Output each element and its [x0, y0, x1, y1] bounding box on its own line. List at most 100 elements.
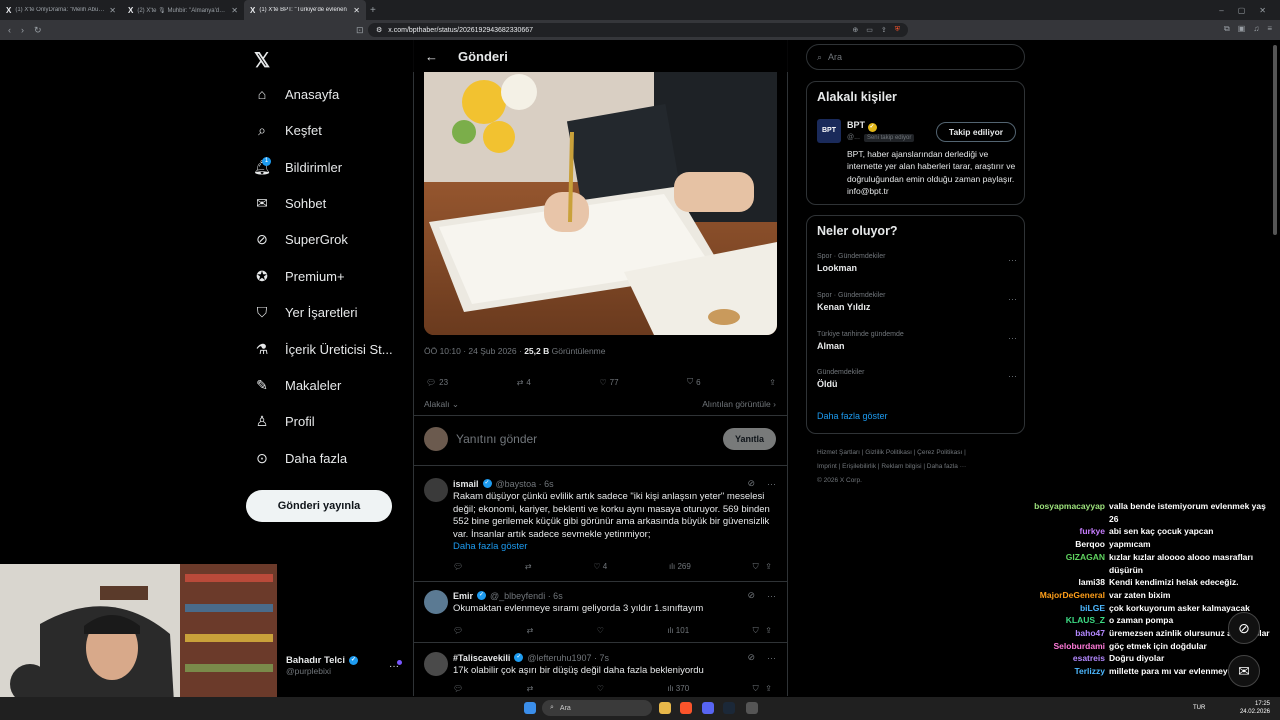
file-explorer-icon[interactable]	[659, 702, 671, 714]
bookmark-icon[interactable]: ⛉	[753, 684, 759, 693]
close-icon[interactable]: ✕	[109, 6, 116, 15]
share-icon[interactable]: ⇪	[765, 684, 772, 693]
nav-more[interactable]: ⊙ Daha fazla	[253, 450, 347, 467]
browser-tab-2[interactable]: X (2) X'te 🎙 Muhbir: "Almanya'dan Tü ✕	[122, 0, 244, 20]
retweet-icon[interactable]: ⇄	[527, 626, 534, 636]
account-name[interactable]: BPT ✓	[847, 120, 877, 132]
nav-home[interactable]: ⌂ Anasayfa	[253, 86, 339, 102]
bookmark-page-icon[interactable]: ⊡	[356, 25, 364, 36]
zoom-icon[interactable]: ⊕	[852, 26, 858, 34]
trend-item[interactable]: Spor · Gündemdekiler Kenan Yıldız ···	[817, 292, 1017, 312]
reply-avatar-1[interactable]	[424, 478, 448, 507]
chat-username[interactable]: MajorDeGeneral	[1025, 589, 1105, 602]
bpt-avatar[interactable]: BPT	[817, 119, 841, 143]
extension-icon[interactable]: ⧉	[1224, 24, 1230, 34]
retweet-icon[interactable]: ⇄	[525, 562, 532, 572]
grok-icon[interactable]: ⊘	[747, 590, 755, 601]
x-home-logo[interactable]: 𝕏	[254, 48, 270, 73]
chat-username[interactable]: KLAUS_Z	[1025, 614, 1105, 627]
back-arrow-icon[interactable]: ←	[425, 49, 438, 64]
menu-icon[interactable]: ≡	[1267, 24, 1272, 34]
wallet-icon[interactable]: ▣	[1238, 24, 1246, 34]
reply-avatar-2[interactable]	[424, 590, 448, 619]
like-action[interactable]: ♡ 4	[593, 562, 607, 572]
new-tab-icon[interactable]: +	[370, 5, 376, 16]
like-action[interactable]: ♡ 77	[599, 377, 618, 387]
chat-username[interactable]: lami38	[1025, 576, 1105, 589]
url-field[interactable]: ⚙ x.com/bpthaber/status/2026192943682330…	[368, 23, 908, 37]
trend-item[interactable]: Gündemdekiler Öldü ···	[817, 369, 1017, 389]
chat-username[interactable]: Seloburdami	[1025, 640, 1105, 653]
music-icon[interactable]: ♫	[1253, 24, 1259, 34]
brave-icon[interactable]	[680, 702, 692, 714]
language-indicator[interactable]: TUR	[1193, 705, 1205, 711]
window-close-icon[interactable]: ✕	[1259, 6, 1266, 15]
scrollbar[interactable]	[1273, 45, 1277, 235]
site-info-icon[interactable]: ⚙	[376, 26, 382, 34]
show-more-trends-link[interactable]: Daha fazla göster	[817, 411, 888, 421]
nav-supergrok[interactable]: ⊘ SuperGrok	[253, 231, 348, 248]
chat-username[interactable]: Terlizzy	[1025, 665, 1105, 678]
more-options-icon[interactable]: ···	[1008, 371, 1017, 381]
chat-username[interactable]: biLGE	[1025, 602, 1105, 615]
close-icon[interactable]: ✕	[231, 6, 238, 15]
app-icon[interactable]	[746, 702, 758, 714]
trend-item[interactable]: Türkiye tarihinde gündemde Alman ···	[817, 331, 1017, 351]
view-quotes-link[interactable]: Alıntılan görüntüle ›	[702, 399, 776, 410]
browser-tab-3[interactable]: X (1) X'te BPT: "Türkiye'de evlenen ✕	[244, 0, 366, 20]
more-options-icon[interactable]: ···	[767, 653, 776, 663]
bookmark-icon[interactable]: ⛉	[753, 562, 759, 571]
chat-username[interactable]: bosyapmacayyap	[1025, 500, 1105, 525]
nav-explore[interactable]: ⌕ Keşfet	[253, 122, 322, 139]
reload-icon[interactable]: ↻	[34, 25, 42, 36]
forward-icon[interactable]: ›	[21, 25, 24, 35]
more-options-icon[interactable]: ···	[1008, 333, 1017, 343]
reply-input[interactable]: Yanıtını gönder	[456, 432, 537, 446]
nav-creator-studio[interactable]: ⚗ İçerik Üreticisi St...	[253, 341, 393, 358]
reply-button[interactable]: Yanıtla	[722, 428, 776, 450]
chat-username[interactable]: baho47	[1025, 627, 1105, 640]
search-input[interactable]: ⌕ Ara	[806, 44, 1025, 70]
bookmark-action[interactable]: ⛉ 6	[687, 377, 700, 387]
trend-item[interactable]: Spor · Gündemdekiler Lookman ···	[817, 253, 1017, 273]
nav-premium[interactable]: ✪ Premium+	[253, 268, 344, 285]
reply-icon[interactable]: 💬︎	[453, 626, 463, 636]
taskbar-search[interactable]: ⌕ Ara	[542, 700, 652, 716]
heart-icon[interactable]: ♡	[597, 626, 604, 636]
chat-username[interactable]: esatreis	[1025, 652, 1105, 665]
share-action[interactable]: ⇪	[769, 377, 776, 387]
chat-username[interactable]: furkye	[1025, 525, 1105, 538]
sort-dropdown[interactable]: Alakalı ⌄	[424, 399, 459, 410]
windows-start-icon[interactable]	[524, 702, 536, 714]
post-button[interactable]: Gönderi yayınla	[246, 490, 392, 522]
maximize-icon[interactable]: ▢	[1238, 6, 1246, 15]
streamer-account[interactable]: Bahadır Telci ✓ @purplebixi	[286, 655, 358, 676]
nav-messages[interactable]: ✉ Sohbet	[253, 195, 326, 212]
views-stat[interactable]: ılı 370	[667, 684, 689, 694]
post-image[interactable]	[424, 72, 777, 335]
chat-username[interactable]: GIZAGAN	[1025, 551, 1105, 576]
more-options-icon[interactable]: ···	[767, 591, 776, 601]
grok-floating-icon[interactable]: ⊘	[1228, 612, 1260, 644]
nav-bookmarks[interactable]: ⛉ Yer İşaretleri	[253, 304, 358, 321]
more-options-icon[interactable]: ···	[767, 479, 776, 489]
reply-action[interactable]: 💬︎ 23	[426, 377, 448, 387]
discord-icon[interactable]	[702, 702, 714, 714]
cast-icon[interactable]: ▭	[866, 26, 873, 34]
reply-icon[interactable]: 💬︎	[453, 684, 463, 694]
chat-username[interactable]: Berqoo	[1025, 538, 1105, 551]
steam-icon[interactable]	[723, 702, 735, 714]
brave-shield-icon[interactable]: ⛨	[895, 26, 900, 34]
grok-icon[interactable]: ⊘	[747, 652, 755, 663]
share-icon[interactable]: ⇪	[765, 626, 772, 635]
taskbar-clock[interactable]: 17:25 24.02.2026	[1240, 700, 1270, 716]
show-more-link[interactable]: Daha fazla göster	[453, 541, 776, 552]
share-icon[interactable]: ⇪	[765, 562, 772, 571]
minimize-icon[interactable]: –	[1219, 6, 1223, 15]
nav-articles[interactable]: ✎ Makaleler	[253, 377, 341, 394]
views-stat[interactable]: ılı 269	[669, 562, 691, 572]
reply-icon[interactable]: 💬︎	[453, 562, 463, 572]
more-options-icon[interactable]: ···	[1008, 255, 1017, 265]
nav-profile[interactable]: ♙ Profil	[253, 413, 315, 430]
heart-icon[interactable]: ♡	[597, 684, 604, 694]
